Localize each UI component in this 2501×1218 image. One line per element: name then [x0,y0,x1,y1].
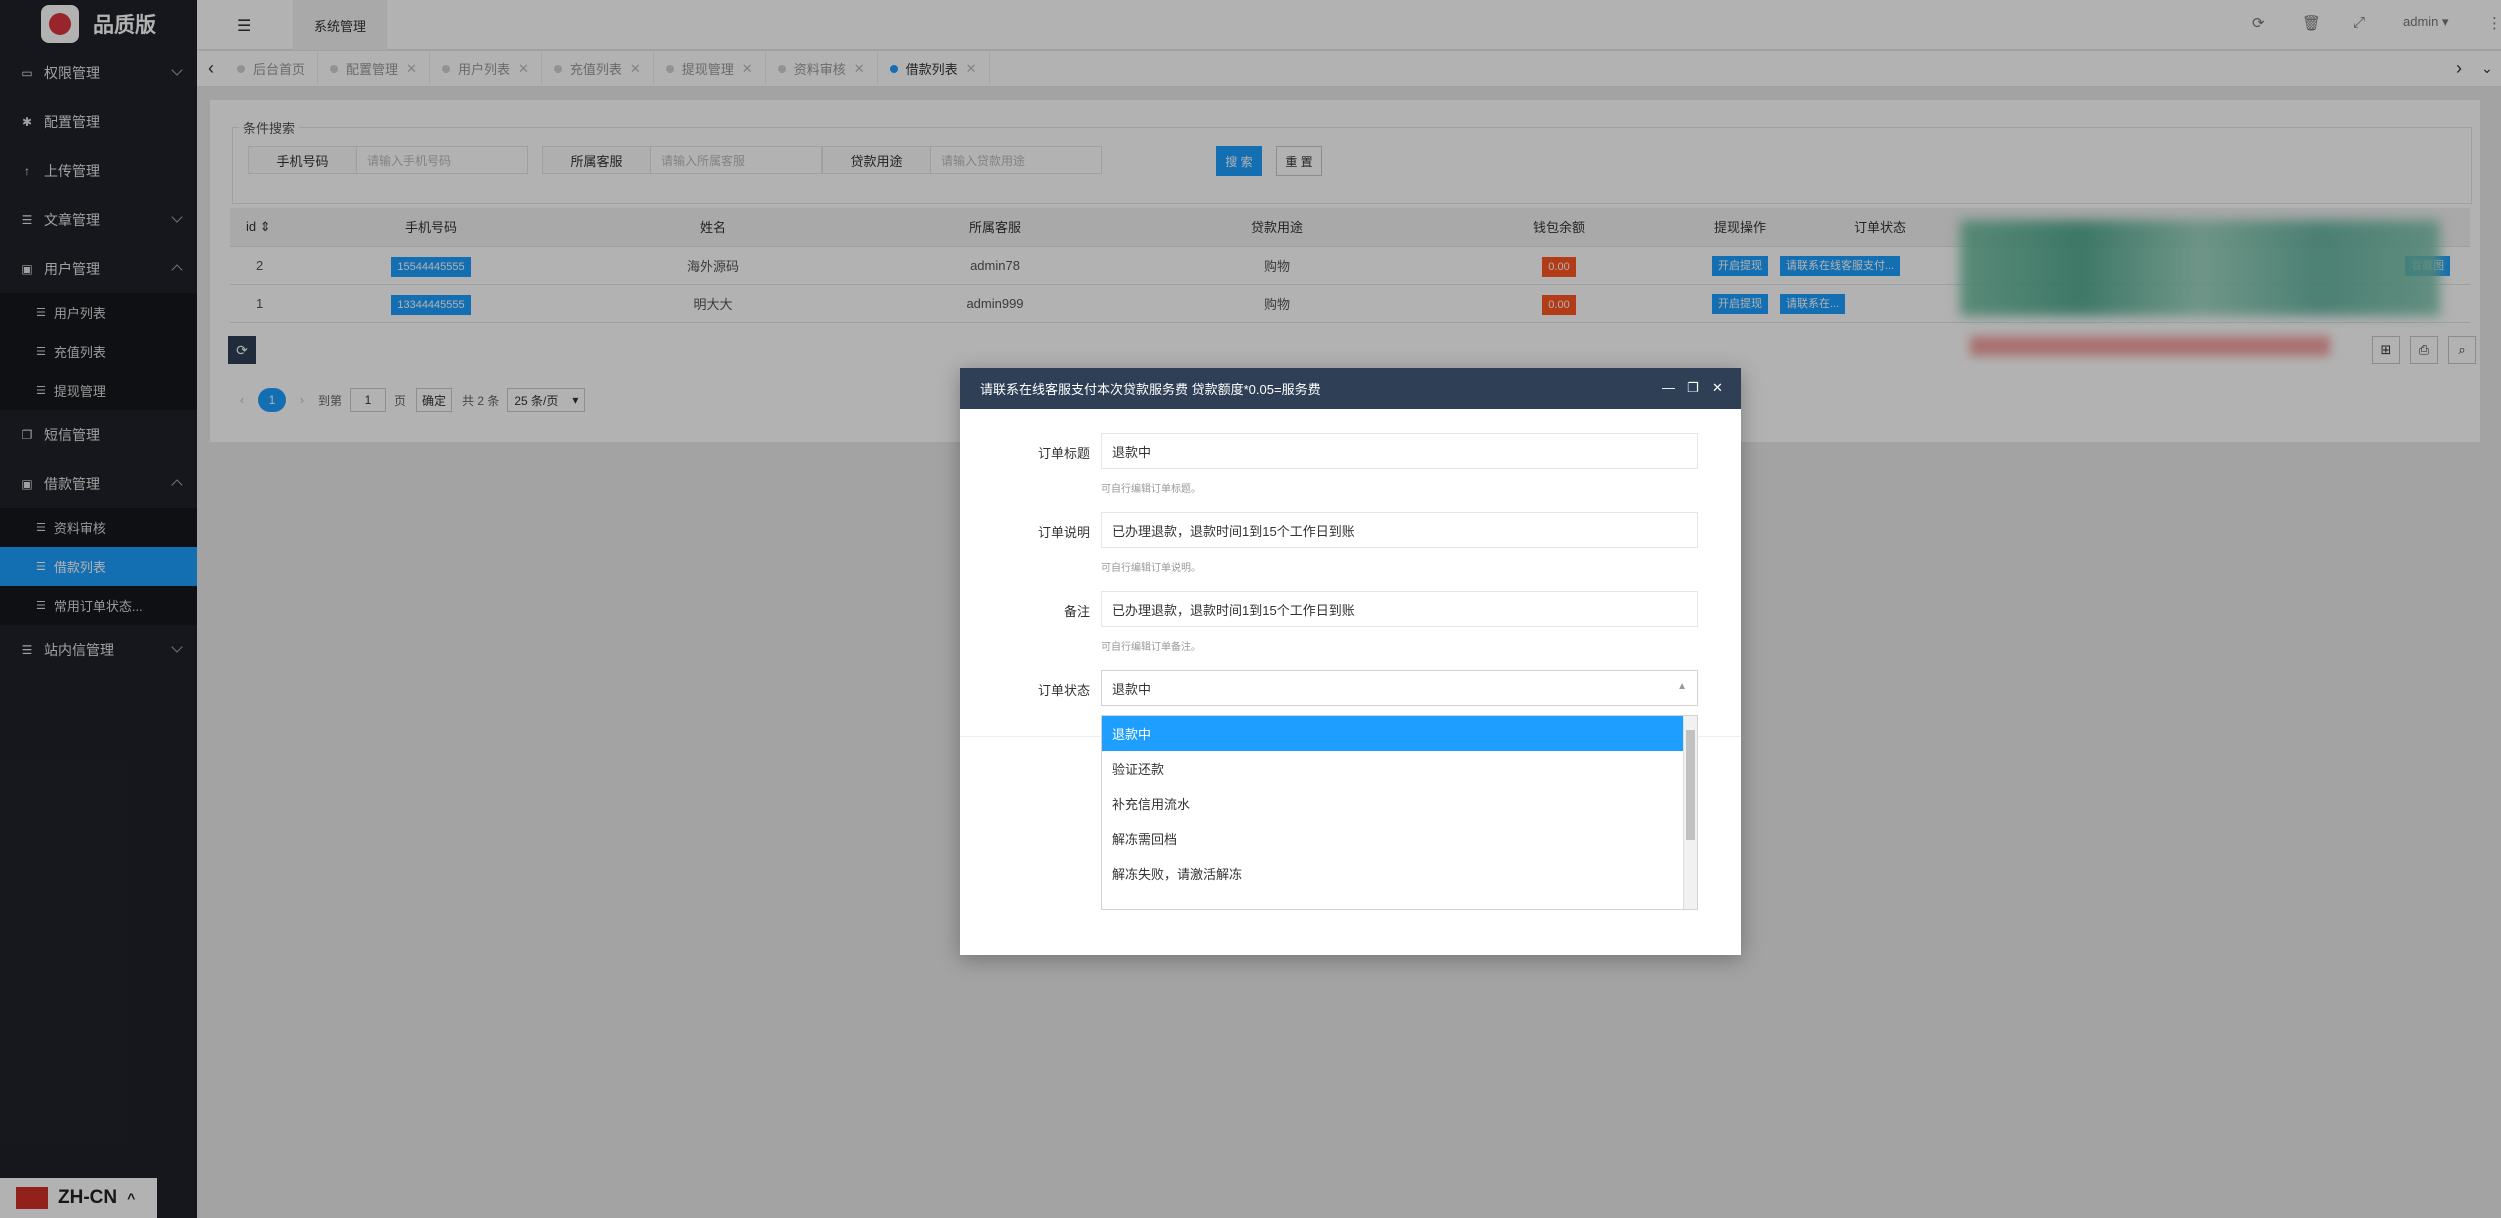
maximize-icon[interactable]: ❐ [1687,380,1699,396]
order-remark-input[interactable]: 已办理退款，退款时间1到15个工作日到账 [1101,591,1698,627]
dropdown-scrollbar[interactable] [1683,716,1697,909]
status-option[interactable]: 解冻失败，请激活解冻 [1102,856,1697,891]
scrollbar-thumb[interactable] [1686,730,1695,840]
order-status-dialog: 请联系在线客服支付本次贷款服务费 贷款额度*0.05=服务费 — ❐ ✕ 订单标… [960,368,1741,955]
close-icon[interactable]: ✕ [1712,380,1723,396]
status-option[interactable]: 验证还款 [1102,751,1697,786]
status-option[interactable]: 退款中 [1102,716,1697,751]
order-description-input[interactable]: 已办理退款，退款时间1到15个工作日到账 [1101,512,1698,548]
status-option[interactable]: 解冻需回档 [1102,821,1697,856]
order-status-select[interactable]: 退款中 ▲ [1101,670,1698,706]
dialog-header: 请联系在线客服支付本次贷款服务费 贷款额度*0.05=服务费 — ❐ ✕ [960,368,1741,409]
status-option[interactable]: 补充信用流水 [1102,786,1697,821]
dialog-title: 请联系在线客服支付本次贷款服务费 贷款额度*0.05=服务费 [980,382,1321,397]
order-title-input[interactable]: 退款中 [1101,433,1698,469]
chevron-up-icon: ▲ [1677,681,1687,692]
minimize-icon[interactable]: — [1662,380,1675,395]
status-dropdown: 退款中 验证还款 补充信用流水 解冻需回档 解冻失败，请激活解冻 [1101,715,1698,910]
